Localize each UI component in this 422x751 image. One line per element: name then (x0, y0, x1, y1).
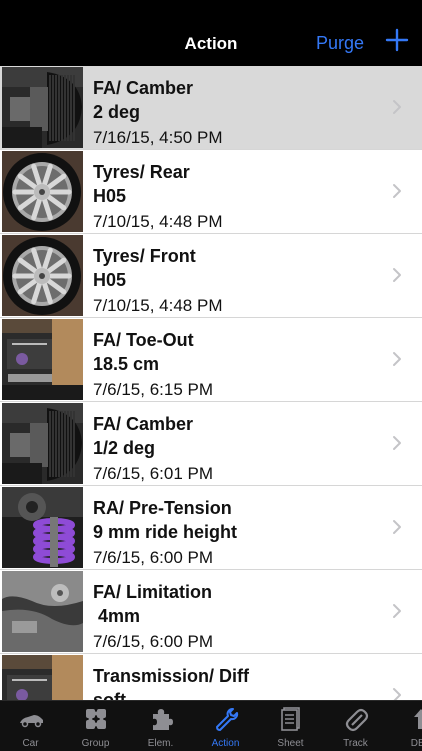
tab-label: Sheet (277, 738, 304, 749)
item-value: soft (93, 690, 126, 700)
chevron-right-icon (393, 436, 401, 450)
car-icon (20, 715, 43, 728)
thumbnail-image (2, 403, 83, 484)
tab-car[interactable]: Car (0, 701, 63, 751)
purge-button[interactable]: Purge (316, 33, 364, 54)
list-item[interactable]: FA/ Toe-Out 18.5 cm 7/6/15, 6:15 PM (0, 318, 422, 402)
item-title: FA/ Limitation (93, 582, 212, 602)
item-title: FA/ Camber (93, 78, 194, 98)
thumbnail-image (2, 235, 83, 316)
item-title: FA/ Camber (93, 414, 194, 434)
item-timestamp: 7/6/15, 6:15 PM (93, 380, 214, 399)
item-timestamp: 7/6/15, 6:01 PM (93, 464, 214, 483)
thumbnail-image (2, 67, 83, 148)
list-item[interactable]: Tyres/ Rear H05 7/10/15, 4:48 PM (0, 150, 422, 234)
chevron-right-icon (393, 604, 401, 618)
list-item[interactable]: FA/ Camber 1/2 deg 7/6/15, 6:01 PM (0, 402, 422, 486)
tab-elem[interactable]: Elem. (128, 701, 193, 751)
item-value: 1/2 deg (93, 438, 156, 458)
item-text: RA/ Pre-Tension 9 mm ride height 7/6/15, 6… (93, 496, 392, 570)
item-timestamp: 7/6/15, 6:00 PM (93, 632, 214, 651)
item-title: RA/ Pre-Tension (93, 498, 232, 518)
item-timestamp: 7/10/15, 4:48 PM (93, 212, 223, 231)
list-item[interactable]: FA/ Limitation 4mm 7/6/15, 6:00 PM (0, 570, 422, 654)
chevron-right-icon (393, 352, 401, 366)
chevron-right-icon (393, 688, 401, 700)
tab-label: Action (211, 738, 240, 749)
chevron-right-icon (393, 520, 401, 534)
wrench-icon (216, 708, 239, 731)
tab-label: DBa (410, 738, 422, 749)
list-item[interactable]: RA/ Pre-Tension 9 mm ride height 7/6/15, 6… (0, 486, 422, 570)
item-value: 18.5 cm (93, 354, 160, 374)
thumbnail-image (2, 319, 83, 400)
item-title: Tyres/ Rear (93, 162, 190, 182)
item-value: H05 (93, 270, 127, 290)
list-item[interactable]: FA/ Camber 2 deg 7/16/15, 4:50 PM (0, 66, 422, 150)
item-title: Transmission/ Diff (93, 666, 250, 686)
tab-action[interactable]: Action (193, 701, 258, 751)
item-title: Tyres/ Front (93, 246, 196, 266)
tab-bar: Car Group Elem. Action Sheet Track DBa (0, 700, 422, 751)
list-item[interactable]: Transmission/ Diff soft (0, 654, 422, 700)
tab-dba[interactable]: DBa (388, 701, 422, 751)
chevron-right-icon (393, 184, 401, 198)
item-title: FA/ Toe-Out (93, 330, 194, 350)
item-timestamp: 7/6/15, 6:00 PM (93, 548, 214, 567)
thumbnail-image (2, 487, 83, 568)
tab-label: Elem. (147, 738, 174, 749)
thumbnail-image (2, 571, 83, 652)
tab-label: Group (81, 738, 110, 749)
tab-sheet[interactable]: Sheet (258, 701, 323, 751)
sheet-icon (281, 707, 300, 731)
tab-label: Track (343, 738, 368, 749)
item-value: H05 (93, 186, 127, 206)
item-value: 4mm (93, 606, 141, 626)
group-icon (86, 709, 106, 729)
item-value: 2 deg (93, 102, 141, 122)
item-text: FA/ Limitation 4mm 7/6/15, 6:00 PM (93, 580, 392, 654)
upload-icon (414, 709, 422, 729)
track-icon (345, 708, 369, 732)
tab-group[interactable]: Group (63, 701, 128, 751)
item-value: 9 mm ride height (93, 522, 238, 542)
tab-track[interactable]: Track (323, 701, 388, 751)
thumbnail-image (2, 151, 83, 232)
item-timestamp: 7/16/15, 4:50 PM (93, 128, 223, 147)
item-timestamp: 7/10/15, 4:48 PM (93, 296, 223, 315)
item-text: FA/ Camber 2 deg 7/16/15, 4:50 PM (93, 76, 392, 150)
action-list[interactable]: FA/ Camber 2 deg 7/16/15, 4:50 PM Tyres/ Re… (0, 66, 422, 700)
navigation-bar: Action Purge (0, 0, 422, 66)
thumbnail-image (2, 655, 83, 700)
item-text: Transmission/ Diff soft (93, 664, 392, 700)
item-text: Tyres/ Rear H05 7/10/15, 4:48 PM (93, 160, 392, 234)
add-icon[interactable] (384, 27, 410, 53)
item-text: FA/ Toe-Out 18.5 cm 7/6/15, 6:15 PM (93, 328, 392, 402)
item-text: FA/ Camber 1/2 deg 7/6/15, 6:01 PM (93, 412, 392, 486)
item-text: Tyres/ Front H05 7/10/15, 4:48 PM (93, 244, 392, 318)
tab-label: Car (22, 738, 39, 749)
chevron-right-icon (393, 268, 401, 282)
puzzle-icon (153, 709, 173, 730)
chevron-right-icon (393, 100, 401, 114)
list-item[interactable]: Tyres/ Front H05 7/10/15, 4:48 PM (0, 234, 422, 318)
